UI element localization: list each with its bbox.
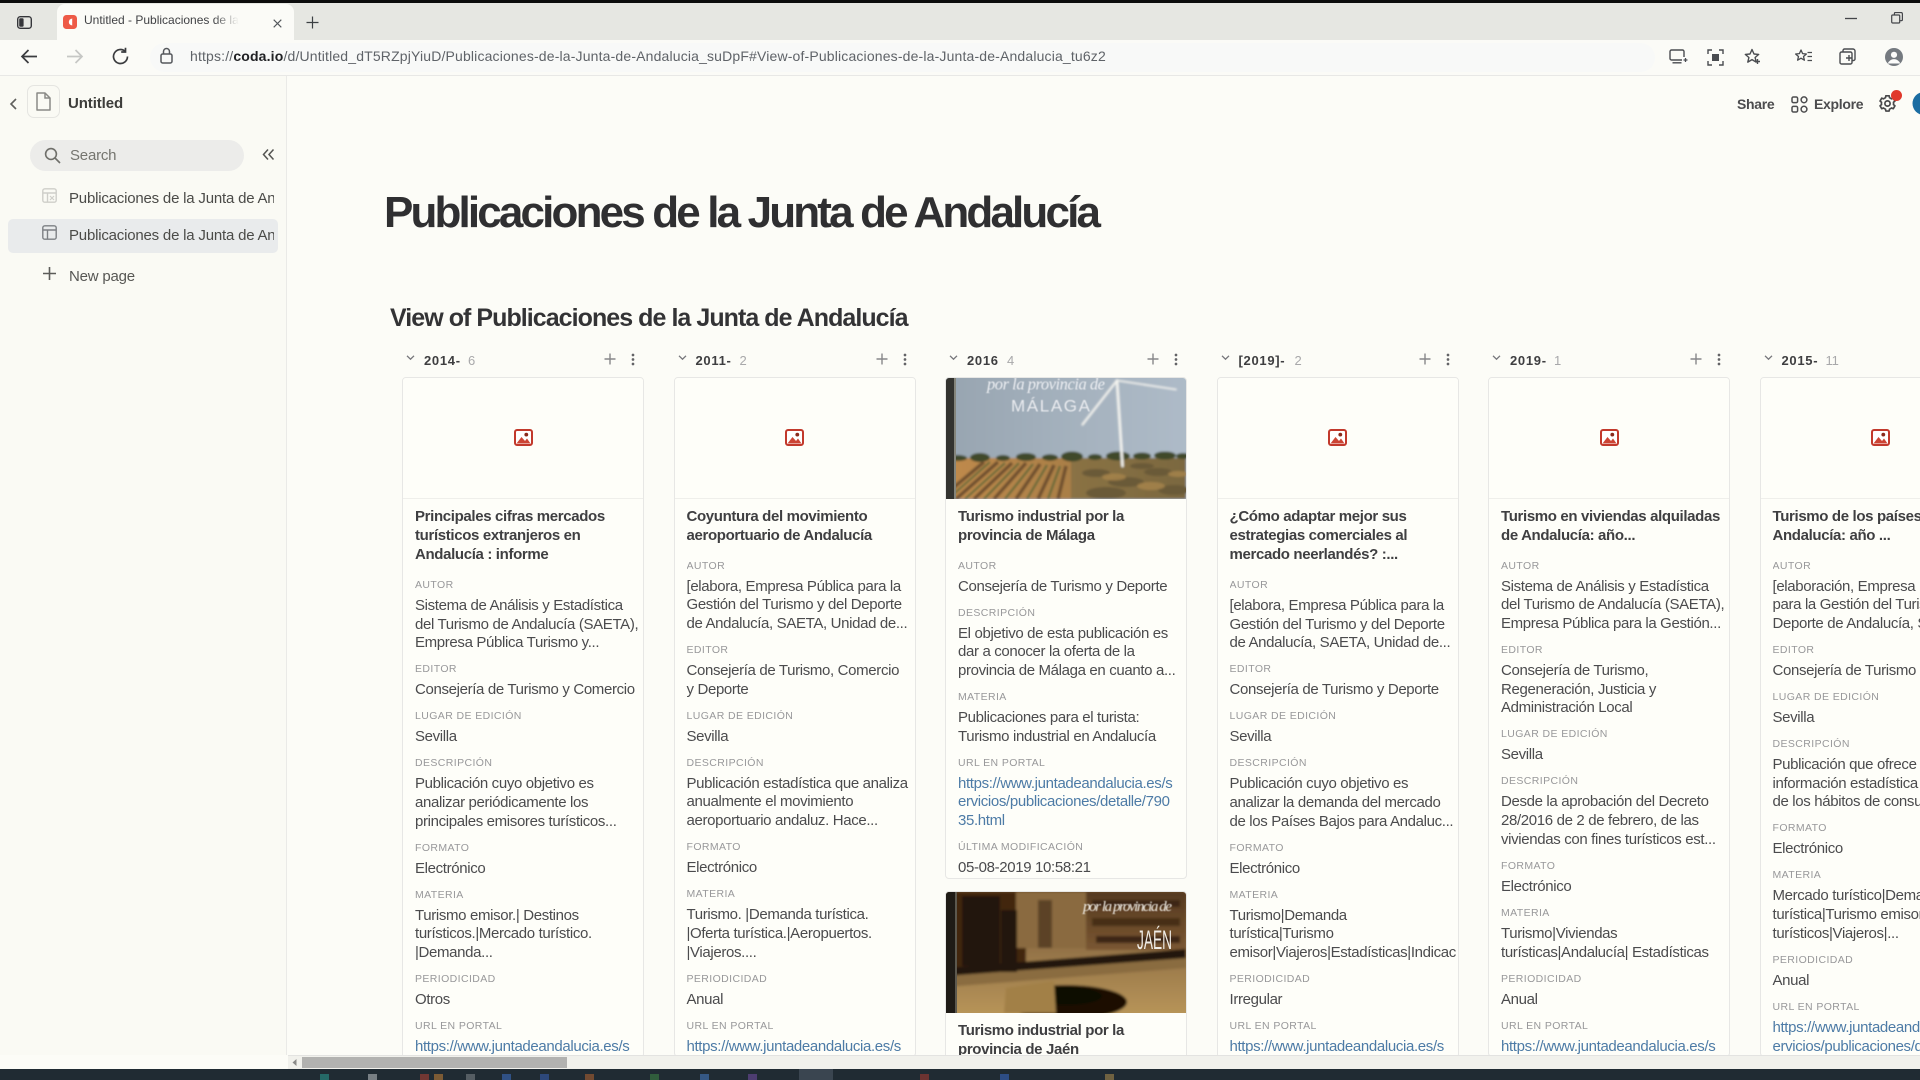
svg-text:MÁLAGA: MÁLAGA [1011, 396, 1091, 415]
svg-text:por la provincia de: por la provincia de [1082, 899, 1172, 915]
svg-text:JAÉN: JAÉN [1137, 925, 1172, 955]
svg-text:por la provincia de: por la provincia de [986, 378, 1105, 394]
